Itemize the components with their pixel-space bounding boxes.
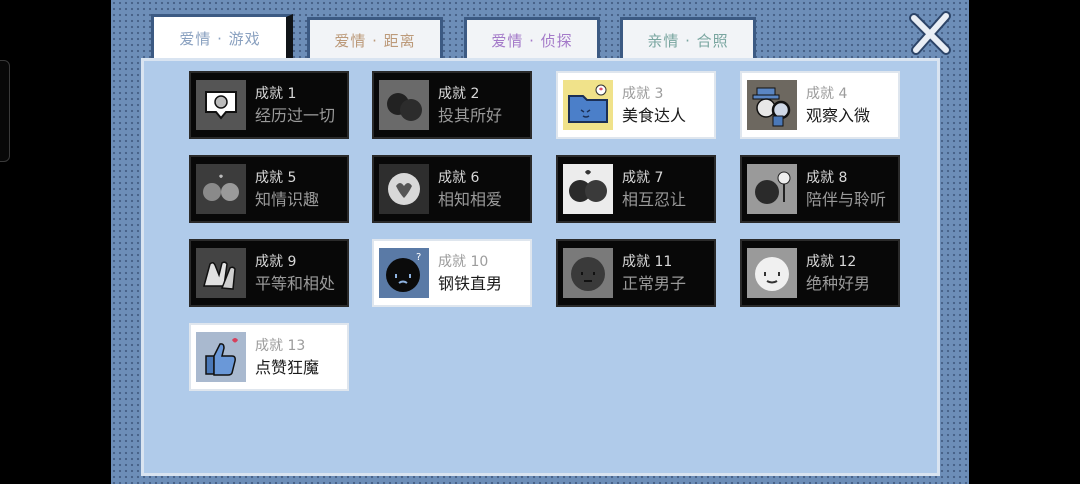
achievement-card-10[interactable]: ? 成就 10 钢铁直男 [372, 239, 532, 307]
achievement-number: 成就 13 [255, 338, 306, 354]
achievement-number: 成就 8 [806, 170, 848, 186]
achievement-name: 投其所好 [438, 106, 503, 125]
achievement-name: 知情识趣 [255, 190, 320, 209]
tab-love-detective[interactable]: 爱情 · 侦探 [464, 17, 600, 60]
white-face-icon [747, 248, 797, 298]
achievement-card-8[interactable]: 成就 8 陪伴与聆听 [740, 155, 900, 223]
achievement-number: 成就 4 [806, 86, 848, 102]
achievement-card-4[interactable]: 成就 4 观察入微 [740, 71, 900, 139]
achievement-name: 钢铁直男 [438, 274, 503, 293]
two-heads-icon [379, 80, 429, 130]
two-faces-heart-icon [563, 164, 613, 214]
achievement-number: 成就 11 [622, 254, 673, 270]
achievement-name: 相互忍让 [622, 190, 687, 209]
blue-folder-face-icon [563, 80, 613, 130]
achievement-number: 成就 3 [622, 86, 664, 102]
achievement-name: 观察入微 [806, 106, 871, 125]
achievement-card-7[interactable]: 成就 7 相互忍让 [556, 155, 716, 223]
achievement-card-5[interactable]: 成就 5 知情识趣 [189, 155, 349, 223]
achievement-name: 正常男子 [622, 274, 687, 293]
achievement-card-11[interactable]: 成就 11 正常男子 [556, 239, 716, 307]
side-edge-handle [0, 60, 10, 162]
achievement-card-2[interactable]: 成就 2 投其所好 [372, 71, 532, 139]
achievement-number: 成就 10 [438, 254, 489, 270]
thumbs-up-heart-icon [196, 332, 246, 382]
achievement-name: 美食达人 [622, 106, 687, 125]
gray-face-icon [563, 248, 613, 298]
achievement-number: 成就 5 [255, 170, 297, 186]
achievement-name: 陪伴与聆听 [806, 190, 887, 209]
achievement-card-3[interactable]: 成就 3 美食达人 [556, 71, 716, 139]
confused-dark-face-icon: ? [379, 248, 429, 298]
achievement-number: 成就 12 [806, 254, 857, 270]
speech-bubble-face-icon [196, 80, 246, 130]
tab-love-distance[interactable]: 爱情 · 距离 [307, 17, 443, 60]
achievement-name: 经历过一切 [255, 106, 336, 125]
svg-text:?: ? [416, 252, 421, 263]
heart-flower-icon [379, 164, 429, 214]
achievement-number: 成就 6 [438, 170, 480, 186]
achievement-card-12[interactable]: 成就 12 绝种好男 [740, 239, 900, 307]
tab-love-game[interactable]: 爱情 · 游戏 [151, 14, 293, 60]
achievement-name: 相知相爱 [438, 190, 503, 209]
achievement-name: 绝种好男 [806, 274, 871, 293]
achievement-number: 成就 9 [255, 254, 297, 270]
couple-heart-icon [196, 164, 246, 214]
clapping-hands-icon [196, 248, 246, 298]
achievement-number: 成就 2 [438, 86, 480, 102]
detective-magnifier-icon [747, 80, 797, 130]
face-flower-icon [747, 164, 797, 214]
achievement-card-9[interactable]: 成就 9 平等和相处 [189, 239, 349, 307]
achievement-card-1[interactable]: 成就 1 经历过一切 [189, 71, 349, 139]
achievement-number: 成就 1 [255, 86, 297, 102]
achievement-name: 点赞狂魔 [255, 358, 320, 377]
achievement-number: 成就 7 [622, 170, 664, 186]
achievement-name: 平等和相处 [255, 274, 336, 293]
achievement-card-6[interactable]: 成就 6 相知相爱 [372, 155, 532, 223]
achievement-card-13[interactable]: 成就 13 点赞狂魔 [189, 323, 349, 391]
tab-family-photo[interactable]: 亲情 · 合照 [620, 17, 756, 60]
close-icon[interactable] [906, 8, 956, 58]
